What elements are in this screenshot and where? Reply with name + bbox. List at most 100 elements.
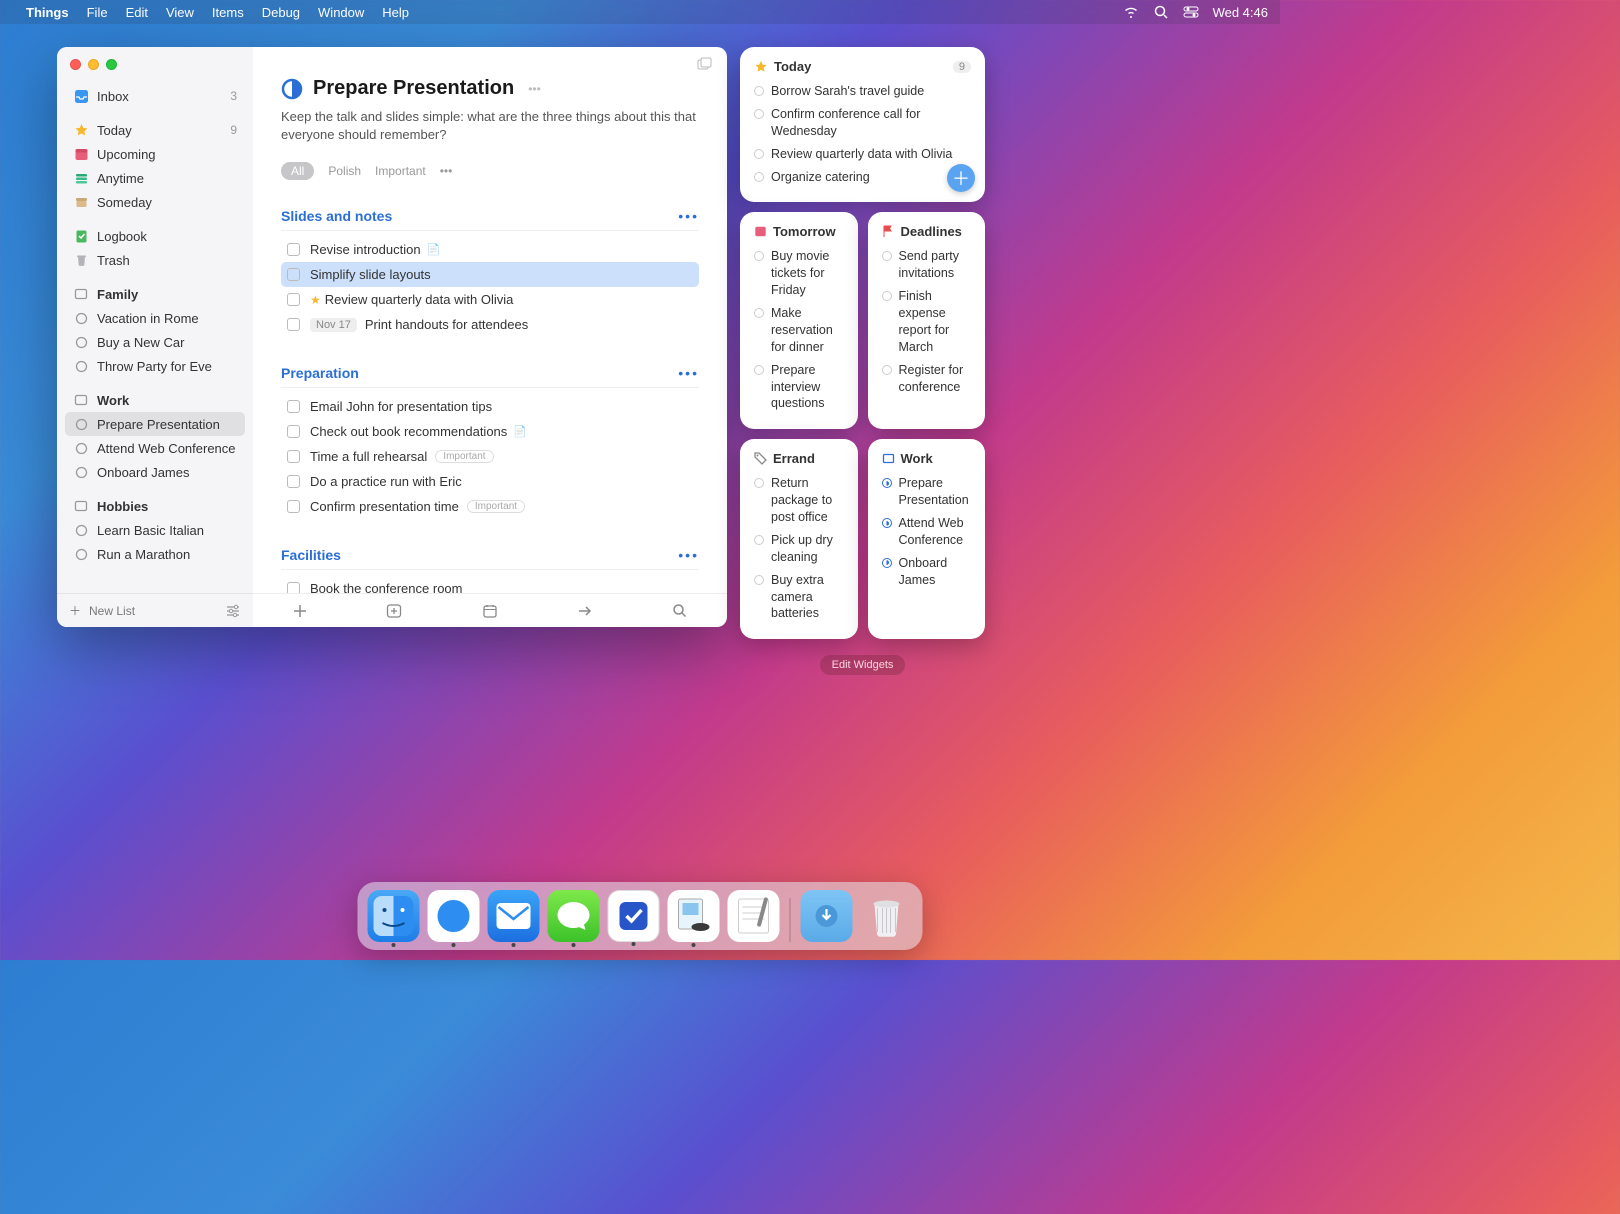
checkbox[interactable] [287,582,300,593]
menu-window[interactable]: Window [318,5,364,20]
filter-more-icon[interactable]: ••• [440,164,453,178]
sidebar-project[interactable]: Onboard James [65,460,245,484]
sidebar-logbook[interactable]: Logbook [65,224,245,248]
sidebar-project[interactable]: Vacation in Rome [65,306,245,330]
fullscreen-button[interactable] [106,59,117,70]
menu-help[interactable]: Help [382,5,409,20]
minimize-button[interactable] [88,59,99,70]
widget-item[interactable]: Review quarterly data with Olivia [754,143,971,166]
sidebar-project[interactable]: Learn Basic Italian [65,518,245,542]
widget-deadlines[interactable]: Deadlines Send party invitationsFinish e… [868,212,986,429]
new-list-button[interactable]: ＋ [69,602,81,619]
checkbox[interactable] [287,425,300,438]
checkbox[interactable] [287,475,300,488]
sidebar-anytime[interactable]: Anytime [65,166,245,190]
dock-preview[interactable] [668,890,720,942]
widget-item[interactable]: Confirm conference call for Wednesday [754,103,971,143]
new-todo-button[interactable] [290,601,310,621]
task-row[interactable]: Confirm presentation timeImportant [281,494,699,519]
multi-window-icon[interactable] [697,57,713,71]
checkbox[interactable] [287,268,300,281]
widget-item[interactable]: Make reservation for dinner [754,302,844,359]
task-row[interactable]: Revise introduction📄 [281,237,699,262]
sidebar-trash[interactable]: Trash [65,248,245,272]
close-button[interactable] [70,59,81,70]
sidebar-area[interactable]: Hobbies [65,494,245,518]
when-button[interactable] [480,601,500,621]
menu-edit[interactable]: Edit [126,5,148,20]
widget-item[interactable]: Prepare interview questions [754,359,844,416]
sidebar-today[interactable]: Today 9 [65,118,245,142]
clock[interactable]: Wed 4:46 [1213,5,1268,20]
filter-all[interactable]: All [281,162,314,180]
dock-notes[interactable] [728,890,780,942]
checkbox[interactable] [287,318,300,331]
sidebar-project[interactable]: Buy a New Car [65,330,245,354]
widget-work[interactable]: Work Prepare PresentationAttend Web Conf… [868,439,986,639]
dock-safari[interactable] [428,890,480,942]
dock-downloads[interactable] [801,890,853,942]
widget-today[interactable]: Today 9 Borrow Sarah's travel guideConfi… [740,47,985,202]
sidebar-area[interactable]: Family [65,282,245,306]
widget-item[interactable]: Pick up dry cleaning [754,529,844,569]
filter-important[interactable]: Important [375,164,426,178]
widget-item[interactable]: Borrow Sarah's travel guide [754,80,971,103]
widget-item[interactable]: Return package to post office [754,472,844,529]
dock-messages[interactable] [548,890,600,942]
widget-item[interactable]: Organize catering [754,166,971,189]
widget-item[interactable]: Buy movie tickets for Friday [754,245,844,302]
section-more-icon[interactable]: ••• [678,208,699,224]
section-more-icon[interactable]: ••• [678,547,699,563]
menu-debug[interactable]: Debug [262,5,300,20]
task-row[interactable]: Nov 17Print handouts for attendees [281,312,699,337]
wifi-icon[interactable] [1123,4,1139,20]
section-more-icon[interactable]: ••• [678,365,699,381]
sidebar-upcoming[interactable]: Upcoming [65,142,245,166]
section-title[interactable]: Facilities [281,547,341,563]
widget-item[interactable]: Onboard James [882,552,972,592]
sidebar-project[interactable]: Throw Party for Eve [65,354,245,378]
spotlight-icon[interactable] [1153,4,1169,20]
widget-item[interactable]: Send party invitations [882,245,972,285]
dock-finder[interactable] [368,890,420,942]
checkbox[interactable] [287,450,300,463]
task-row[interactable]: Time a full rehearsalImportant [281,444,699,469]
task-row[interactable]: Email John for presentation tips [281,394,699,419]
dock-trash[interactable] [861,890,913,942]
control-center-icon[interactable] [1183,4,1199,20]
menu-file[interactable]: File [87,5,108,20]
menu-items[interactable]: Items [212,5,244,20]
widget-item[interactable]: Buy extra camera batteries [754,569,844,626]
dock-things[interactable] [608,890,660,942]
search-button[interactable] [670,601,690,621]
sidebar-inbox[interactable]: Inbox 3 [65,84,245,108]
settings-icon[interactable] [225,604,241,618]
section-title[interactable]: Preparation [281,365,359,381]
edit-widgets-button[interactable]: Edit Widgets [820,655,906,675]
widget-errand[interactable]: Errand Return package to post officePick… [740,439,858,639]
section-title[interactable]: Slides and notes [281,208,392,224]
sidebar-area[interactable]: Work [65,388,245,412]
filter-polish[interactable]: Polish [328,164,361,178]
dock-mail[interactable] [488,890,540,942]
widget-item[interactable]: Register for conference [882,359,972,399]
task-row[interactable]: ★Review quarterly data with Olivia [281,287,699,312]
task-row[interactable]: Check out book recommendations📄 [281,419,699,444]
task-row[interactable]: Book the conference room [281,576,699,593]
task-row[interactable]: Do a practice run with Eric [281,469,699,494]
sidebar-project[interactable]: Run a Marathon [65,542,245,566]
checkbox[interactable] [287,243,300,256]
sidebar-project[interactable]: Attend Web Conference [65,436,245,460]
new-list-label[interactable]: New List [89,604,135,618]
widget-item[interactable]: Attend Web Conference [882,512,972,552]
new-heading-button[interactable] [385,601,405,621]
checkbox[interactable] [287,400,300,413]
app-menu[interactable]: Things [26,5,69,20]
checkbox[interactable] [287,293,300,306]
move-button[interactable] [575,601,595,621]
widget-tomorrow[interactable]: Tomorrow Buy movie tickets for FridayMak… [740,212,858,429]
menu-view[interactable]: View [166,5,194,20]
sidebar-project[interactable]: Prepare Presentation [65,412,245,436]
task-row[interactable]: Simplify slide layouts [281,262,699,287]
widget-item[interactable]: Prepare Presentation [882,472,972,512]
